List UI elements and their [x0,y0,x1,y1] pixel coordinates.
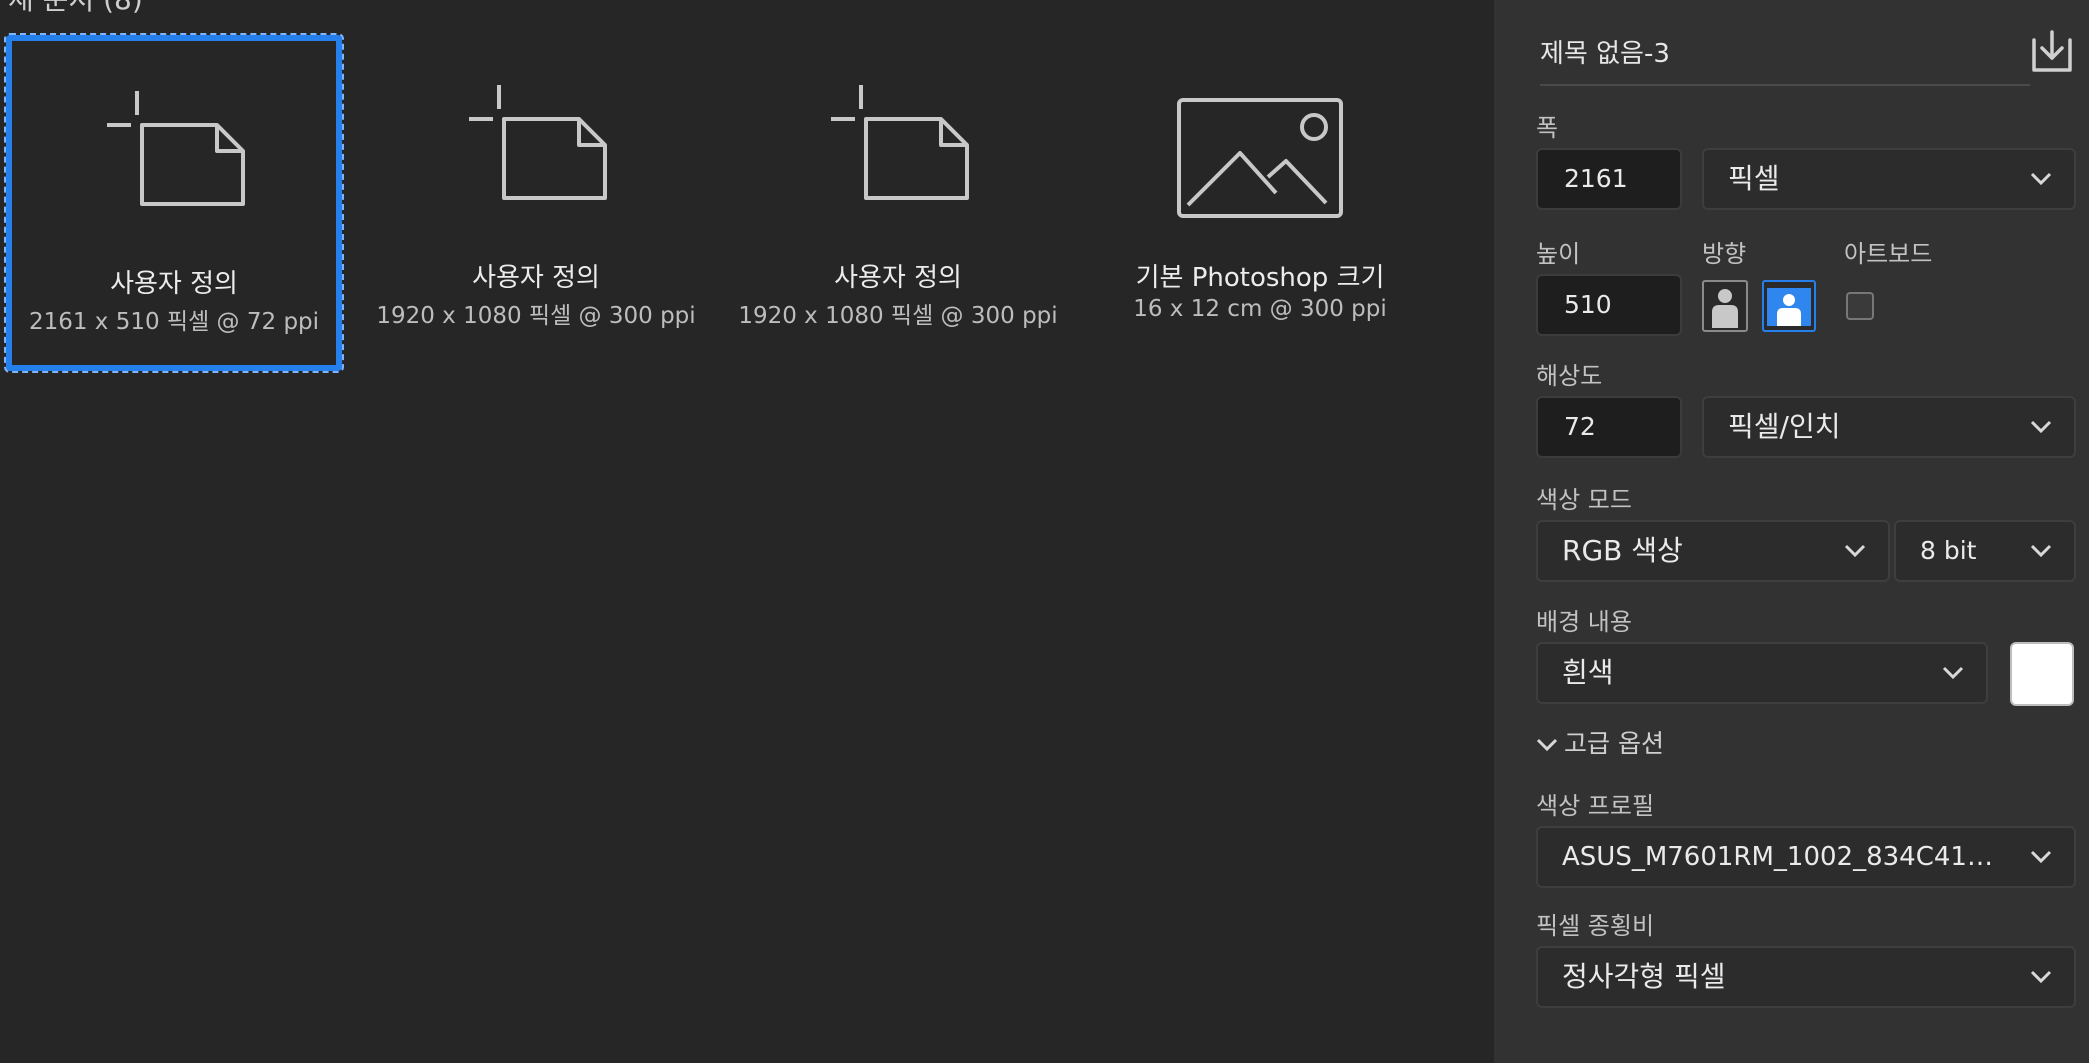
landscape-orientation-button[interactable] [1762,280,1816,332]
chevron-down-icon [2030,970,2052,984]
background-select[interactable]: 흰색 [1536,642,1988,704]
resolution-unit-value: 픽셀/인치 [1728,410,1841,443]
new-document-icon [107,91,245,206]
chevron-down-icon [2030,544,2052,558]
portrait-person-icon [1712,289,1738,328]
advanced-options-toggle[interactable]: 고급 옵션 [1536,724,1664,760]
preset-name: 사용자 정의 [110,269,238,299]
chevron-down-icon [2030,420,2052,434]
orientation-label: 방향 [1702,240,1747,268]
preset-card[interactable]: 사용자 정의 2161 x 510 픽셀 @ 72 ppi [4,33,344,373]
preset-gallery: 새 문서 (8) 사용자 정의 2161 x 510 픽셀 @ 72 ppi [0,0,1494,1063]
save-preset-icon[interactable] [2028,30,2076,74]
chevron-down-icon [1536,738,1558,752]
preset-meta: 1920 x 1080 픽셀 @ 300 ppi [738,303,1058,329]
preset-card[interactable]: 기본 Photoshop 크기 16 x 12 cm @ 300 ppi [1092,35,1428,371]
pixel-aspect-select[interactable]: 정사각형 픽셀 [1536,946,2076,1008]
background-color-swatch[interactable] [2010,642,2074,706]
resolution-label: 해상도 [1536,362,1603,390]
bit-depth-select[interactable]: 8 bit [1894,520,2076,582]
artboard-checkbox[interactable] [1846,292,1874,320]
chevron-down-icon [2030,850,2052,864]
preset-name: 기본 Photoshop 크기 [1135,263,1385,293]
artboard-label: 아트보드 [1844,240,1933,268]
chevron-down-icon [1844,544,1866,558]
resolution-unit-select[interactable]: 픽셀/인치 [1702,396,2076,458]
landscape-person-icon [1767,288,1811,326]
new-document-icon [469,85,607,200]
width-unit-select[interactable]: 픽셀 [1702,148,2076,210]
pixel-aspect-value: 정사각형 픽셀 [1562,960,1726,993]
background-label: 배경 내용 [1536,608,1632,636]
section-header: 새 문서 (8) [8,0,143,18]
preset-card[interactable]: 사용자 정의 1920 x 1080 픽셀 @ 300 ppi [730,35,1066,371]
preset-meta: 16 x 12 cm @ 300 ppi [1133,296,1387,322]
preset-details-panel: 제목 없음-3 폭 2161 픽셀 높이 방향 아트보드 510 해상도 72 … [1494,0,2089,1063]
width-input[interactable]: 2161 [1536,148,1682,210]
height-label: 높이 [1536,240,1581,268]
chevron-down-icon [2030,172,2052,186]
color-mode-select[interactable]: RGB 색상 [1536,520,1890,582]
pixel-aspect-label: 픽셀 종횡비 [1536,912,1655,940]
width-unit-value: 픽셀 [1728,162,1780,195]
chevron-down-icon [1942,666,1964,680]
color-mode-label: 색상 모드 [1536,486,1632,514]
image-icon [1177,98,1343,218]
color-mode-value: RGB 색상 [1562,534,1683,567]
bit-depth-value: 8 bit [1920,536,1977,565]
background-value: 흰색 [1562,656,1614,689]
width-label: 폭 [1536,114,1559,142]
new-document-icon [831,85,969,200]
preset-meta: 1920 x 1080 픽셀 @ 300 ppi [376,303,696,329]
color-profile-select[interactable]: ASUS_M7601RM_1002_834C4178_C... [1536,826,2076,888]
document-name-input[interactable]: 제목 없음-3 [1540,36,2030,86]
color-profile-label: 색상 프로필 [1536,792,1655,820]
preset-meta: 2161 x 510 픽셀 @ 72 ppi [28,309,320,335]
preset-card[interactable]: 사용자 정의 1920 x 1080 픽셀 @ 300 ppi [368,35,704,371]
preset-name: 사용자 정의 [472,263,600,293]
preset-name: 사용자 정의 [834,263,962,293]
new-document-dialog: 새 문서 (8) 사용자 정의 2161 x 510 픽셀 @ 72 ppi [0,0,2089,1063]
portrait-orientation-button[interactable] [1702,280,1748,332]
color-profile-value: ASUS_M7601RM_1002_834C4178_C... [1562,842,2004,872]
resolution-input[interactable]: 72 [1536,396,1682,458]
height-input[interactable]: 510 [1536,274,1682,336]
advanced-options-label: 고급 옵션 [1564,729,1664,758]
